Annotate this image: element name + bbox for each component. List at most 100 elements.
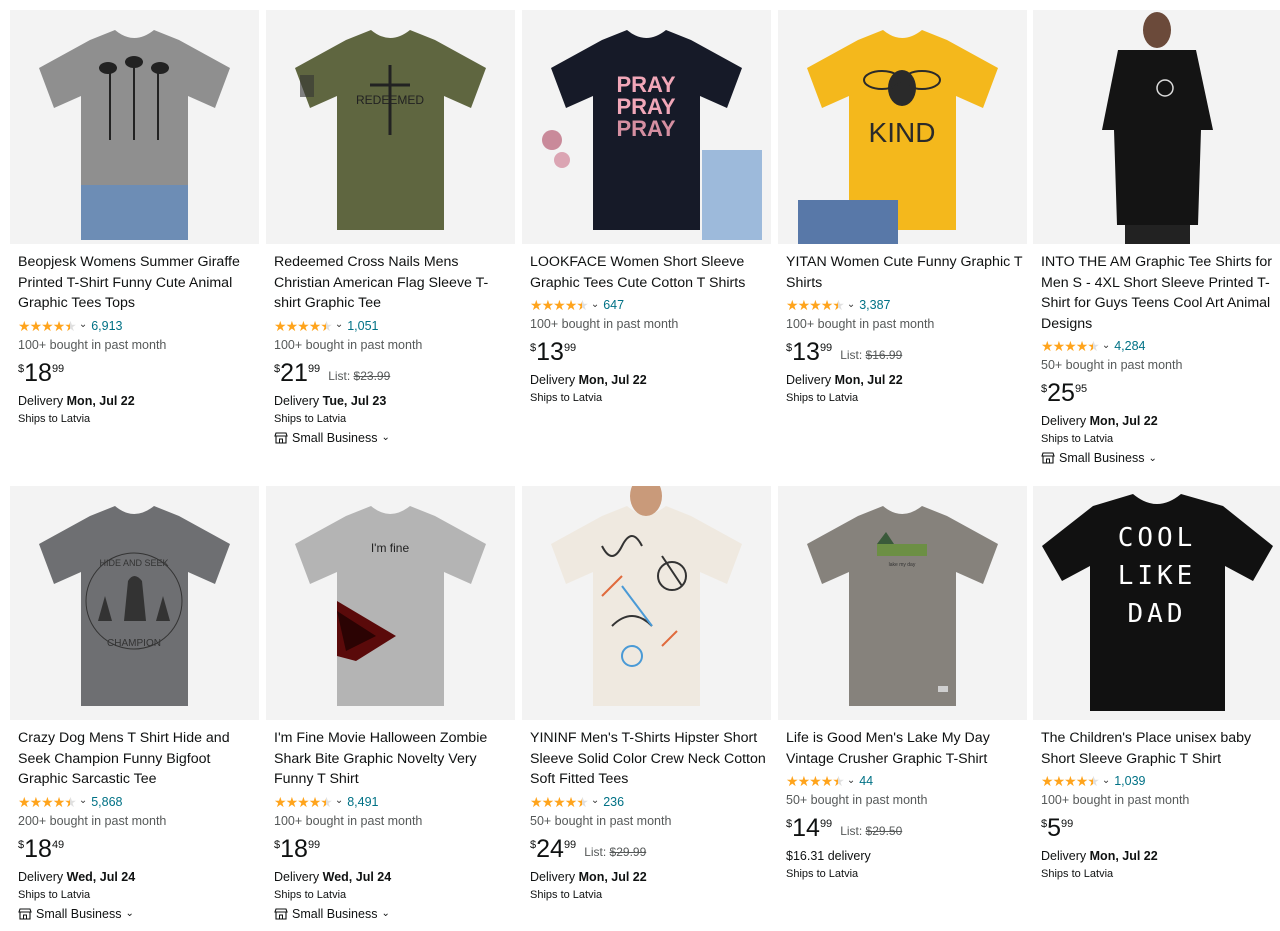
product-card[interactable]: YININF Men's T-Shirts Hipster Short Slee… — [522, 486, 771, 931]
product-card[interactable]: lake my day Life is Good Men's Lake My D… — [778, 486, 1027, 931]
price[interactable]: $ 18 99 — [274, 834, 511, 868]
price[interactable]: $ 24 99 List: $29.99 — [530, 834, 767, 868]
giraffe-tshirt-image — [39, 30, 230, 240]
star-icon: ★ — [64, 793, 77, 810]
rating-count-link[interactable]: 1,051 — [347, 319, 378, 333]
price[interactable]: $ 18 99 — [18, 358, 255, 392]
lake-my-day-tshirt-image: lake my day — [807, 506, 998, 706]
chevron-down-icon[interactable]: ⌄ — [591, 795, 599, 806]
product-card[interactable]: INTO THE AM Graphic Tee Shirts for Men S… — [1033, 10, 1280, 476]
price-whole: 13 — [536, 338, 564, 366]
chevron-down-icon: ⌄ — [125, 908, 134, 919]
price[interactable]: $ 13 99 — [530, 337, 767, 371]
star-rating[interactable]: ★ ★ ★ ★ ★ — [786, 298, 845, 312]
product-image[interactable] — [10, 10, 259, 244]
chevron-down-icon[interactable]: ⌄ — [79, 319, 87, 330]
star-icon: ★ — [274, 793, 287, 810]
product-title[interactable]: YININF Men's T-Shirts Hipster Short Slee… — [530, 728, 767, 790]
product-title[interactable]: LOOKFACE Women Short Sleeve Graphic Tees… — [530, 252, 767, 293]
rating-row: ★ ★ ★ ★ ★ ⌄ 4,284 — [1041, 336, 1278, 356]
product-title[interactable]: Crazy Dog Mens T Shirt Hide and Seek Cha… — [18, 728, 255, 790]
svg-text:DAD: DAD — [1128, 599, 1187, 629]
rating-row: ★ ★ ★ ★ ★ ⌄ 8,491 — [274, 792, 511, 812]
product-image[interactable]: HIDE AND SEEK CHAMPION — [10, 486, 259, 720]
star-rating[interactable]: ★ ★ ★ ★ ★ — [786, 774, 845, 788]
product-card[interactable]: I'm fine I'm Fine Movie Halloween Zombie… — [266, 486, 515, 931]
rating-row: ★ ★ ★ ★ ★ ⌄ 3,387 — [786, 295, 1023, 315]
small-business-badge[interactable]: Small Business ⌄ — [274, 904, 511, 924]
price-fraction: 99 — [819, 818, 833, 830]
star-rating[interactable]: ★ ★ ★ ★ ★ — [530, 298, 589, 312]
svg-text:CHAMPION: CHAMPION — [107, 638, 161, 649]
chevron-down-icon[interactable]: ⌄ — [847, 299, 855, 310]
chevron-down-icon[interactable]: ⌄ — [847, 775, 855, 786]
product-image[interactable]: REDEEMED — [266, 10, 515, 244]
product-image[interactable] — [522, 486, 771, 720]
price[interactable]: $ 18 49 — [18, 834, 255, 868]
product-image[interactable] — [1033, 10, 1280, 244]
svg-text:HIDE AND SEEK: HIDE AND SEEK — [99, 558, 168, 568]
rating-count-link[interactable]: 1,039 — [1114, 774, 1145, 788]
star-rating[interactable]: ★ ★ ★ ★ ★ — [18, 317, 77, 334]
price[interactable]: $ 5 99 — [1041, 813, 1278, 847]
price[interactable]: $ 13 99 List: $16.99 — [786, 337, 1023, 371]
price-whole: 21 — [280, 358, 308, 387]
product-card[interactable]: REDEEMED Redeemed Cross Nails Mens Chris… — [266, 10, 515, 476]
chevron-down-icon[interactable]: ⌄ — [335, 795, 343, 806]
product-image[interactable]: COOL LIKE DAD — [1033, 486, 1280, 720]
star-rating[interactable]: ★ ★ ★ ★ ★ — [274, 317, 333, 334]
product-card[interactable]: KIND YITAN Women Cute Funny Graphic T Sh… — [778, 10, 1027, 476]
product-card[interactable]: Beopjesk Womens Summer Giraffe Printed T… — [10, 10, 259, 476]
price-fraction: 99 — [307, 838, 321, 851]
product-image[interactable]: I'm fine — [266, 486, 515, 720]
rating-count-link[interactable]: 236 — [603, 795, 624, 809]
price[interactable]: $ 25 95 — [1041, 378, 1278, 412]
rating-count-link[interactable]: 44 — [859, 774, 873, 788]
bought-past-month: 100+ bought in past month — [18, 337, 167, 352]
star-rating[interactable]: ★ ★ ★ ★ ★ — [1041, 773, 1100, 789]
rating-count-link[interactable]: 5,868 — [91, 795, 122, 809]
star-rating[interactable]: ★ ★ ★ ★ ★ — [18, 793, 77, 810]
price[interactable]: $ 21 99 List: $23.99 — [274, 358, 511, 392]
star-icon: ★ — [64, 317, 77, 334]
chevron-down-icon[interactable]: ⌄ — [1102, 340, 1110, 351]
product-title[interactable]: Redeemed Cross Nails Mens Christian Amer… — [274, 252, 511, 314]
chevron-down-icon[interactable]: ⌄ — [1102, 775, 1110, 786]
product-title[interactable]: YITAN Women Cute Funny Graphic T Shirts — [786, 252, 1023, 293]
product-card[interactable]: PRAY PRAY PRAY LOOKFACE Women Short Slee… — [522, 10, 771, 476]
chevron-down-icon[interactable]: ⌄ — [79, 795, 87, 806]
product-title[interactable]: The Children's Place unisex baby Short S… — [1041, 728, 1278, 769]
price-whole: 24 — [536, 834, 564, 863]
product-title[interactable]: Life is Good Men's Lake My Day Vintage C… — [786, 728, 1023, 769]
star-rating[interactable]: ★ ★ ★ ★ ★ — [1041, 339, 1100, 353]
rating-count-link[interactable]: 4,284 — [1114, 339, 1145, 353]
star-icon: ★ — [1052, 773, 1066, 789]
star-icon: ★ — [1087, 773, 1100, 789]
rating-count-link[interactable]: 3,387 — [859, 298, 890, 312]
star-rating[interactable]: ★ ★ ★ ★ ★ — [530, 795, 589, 809]
list-price: List: $16.99 — [840, 348, 903, 362]
product-title[interactable]: Beopjesk Womens Summer Giraffe Printed T… — [18, 252, 255, 314]
product-title[interactable]: INTO THE AM Graphic Tee Shirts for Men S… — [1041, 252, 1278, 334]
price[interactable]: $ 14 99 List: $29.50 — [786, 813, 1023, 847]
chevron-down-icon[interactable]: ⌄ — [335, 319, 343, 330]
product-image[interactable]: PRAY PRAY PRAY — [522, 10, 771, 244]
chevron-down-icon[interactable]: ⌄ — [591, 299, 599, 310]
small-business-badge[interactable]: Small Business ⌄ — [18, 904, 255, 924]
small-business-badge[interactable]: Small Business ⌄ — [274, 428, 511, 448]
small-business-badge[interactable]: Small Business ⌄ — [1041, 448, 1278, 468]
product-image[interactable]: lake my day — [778, 486, 1027, 720]
ships-to: Ships to Latvia — [530, 888, 603, 901]
rating-count-link[interactable]: 6,913 — [91, 319, 122, 333]
delivery-info: Delivery Wed, Jul 24 — [18, 869, 136, 884]
star-icon: ★ — [29, 793, 43, 810]
star-rating[interactable]: ★ ★ ★ ★ ★ — [274, 793, 333, 810]
delivery-info: Delivery Mon, Jul 22 — [786, 373, 903, 387]
product-image[interactable]: KIND — [778, 10, 1027, 244]
star-icon: ★ — [308, 317, 322, 334]
product-card[interactable]: COOL LIKE DAD The Children's Place unise… — [1033, 486, 1280, 931]
product-title[interactable]: I'm Fine Movie Halloween Zombie Shark Bi… — [274, 728, 511, 790]
rating-count-link[interactable]: 8,491 — [347, 795, 378, 809]
rating-count-link[interactable]: 647 — [603, 298, 624, 312]
product-card[interactable]: HIDE AND SEEK CHAMPION Crazy Dog Mens T … — [10, 486, 259, 931]
